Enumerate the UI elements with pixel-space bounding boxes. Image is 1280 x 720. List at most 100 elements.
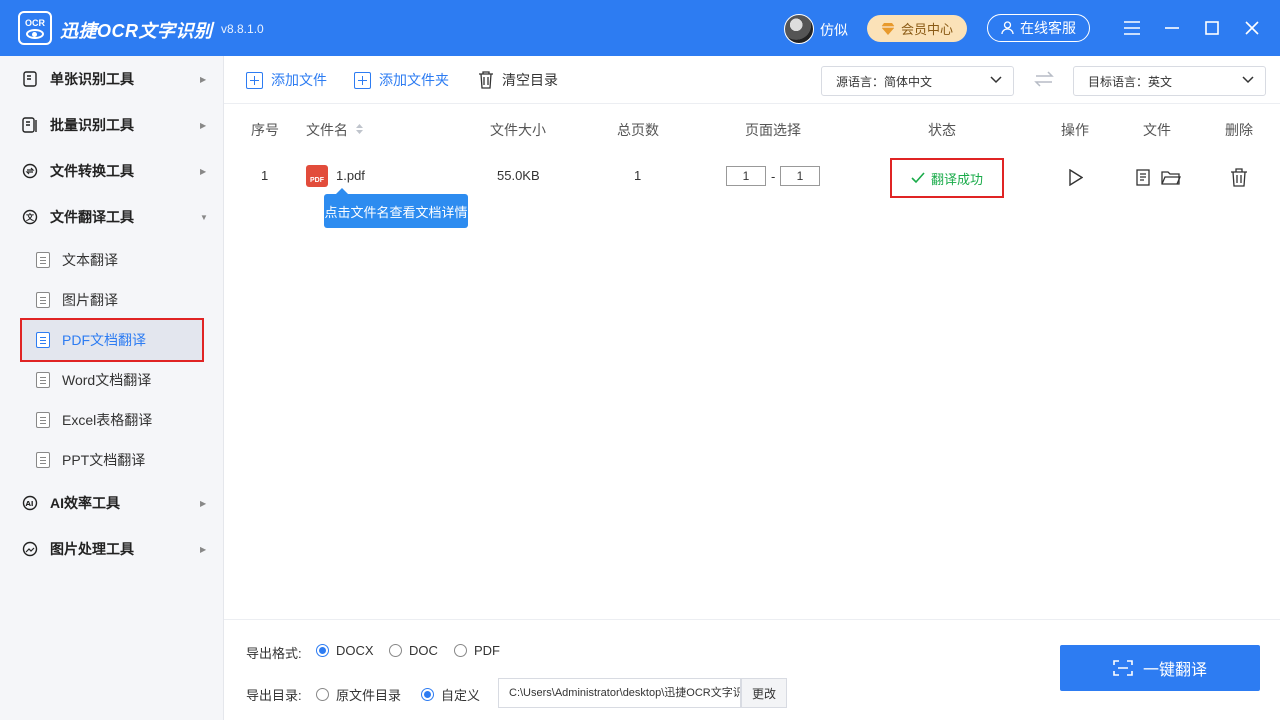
svg-text:文: 文 (26, 212, 35, 222)
row-filename[interactable]: 1.pdf (336, 168, 365, 183)
page-to-input[interactable]: 1 (780, 166, 820, 186)
chevron-down-icon (990, 76, 1002, 84)
one-click-translate-button[interactable]: 一键翻译 (1060, 645, 1260, 691)
pdf-file-icon: PDF (306, 165, 328, 187)
sidebar-item-label: Excel表格翻译 (62, 412, 153, 428)
chevron-right-icon: ▶ (200, 166, 207, 176)
sort-icon[interactable] (355, 123, 364, 135)
online-service-button[interactable]: 在线客服 (987, 14, 1090, 42)
sidebar-item-word-translate[interactable]: Word文档翻译 (22, 360, 202, 400)
col-pages: 总页数 (617, 122, 659, 138)
scan-icon (1113, 660, 1133, 676)
page-from-input[interactable]: 1 (726, 166, 766, 186)
table-header: 序号 文件名 文件大小 总页数 页面选择 状态 操作 文件 删除 (224, 104, 1280, 152)
avatar[interactable] (784, 14, 814, 44)
open-document-icon[interactable] (1136, 169, 1150, 186)
chevron-right-icon: ▶ (200, 498, 207, 508)
sidebar: 单张识别工具 ▶ 批量识别工具 ▶ 文件转换工具 ▶ 文 文件翻译工具 ▼ 文本… (0, 56, 224, 720)
col-delete: 删除 (1225, 122, 1253, 138)
target-language-value: 目标语言：英文 (1088, 74, 1173, 89)
one-click-translate-label: 一键翻译 (1142, 662, 1207, 679)
export-format-label: 导出格式: (246, 646, 302, 661)
row-pages: 1 (634, 168, 642, 183)
chevron-right-icon: ▶ (200, 74, 207, 84)
convert-icon (22, 163, 38, 179)
sidebar-cat-label: AI效率工具 (50, 495, 120, 511)
text-file-icon (36, 252, 50, 268)
add-folder-label: 添加文件夹 (379, 72, 449, 88)
delete-icon[interactable] (1230, 168, 1248, 187)
document-icon (22, 71, 38, 87)
sidebar-item-excel-translate[interactable]: Excel表格翻译 (22, 400, 202, 440)
vip-center-label: 会员中心 (900, 22, 953, 37)
app-logo-icon: OCR (18, 11, 52, 45)
col-filename[interactable]: 文件名 (306, 120, 348, 140)
excel-file-icon (36, 412, 50, 428)
maximize-icon[interactable] (1200, 16, 1224, 40)
toolbar: 添加文件 添加文件夹 清空目录 源语言：简体中文 目标语言：英文 (224, 56, 1280, 104)
online-service-label: 在线客服 (1020, 20, 1076, 36)
chevron-down-icon: ▼ (200, 212, 208, 222)
chevron-right-icon: ▶ (200, 120, 207, 130)
close-icon[interactable] (1240, 16, 1264, 40)
sidebar-item-text-translate[interactable]: 文本翻译 (22, 240, 202, 280)
footer: 导出格式: DOCX DOC PDF 导出目录: 原文件目录 自定义 C:\Us… (224, 619, 1280, 720)
col-size: 文件大小 (490, 122, 546, 138)
batch-document-icon (22, 117, 38, 133)
chevron-right-icon: ▶ (200, 544, 207, 554)
sidebar-item-pdf-translate[interactable]: PDF文档翻译 (20, 318, 204, 362)
col-file: 文件 (1143, 122, 1171, 138)
vip-center-button[interactable]: 会员中心 (867, 15, 967, 42)
sidebar-item-label: Word文档翻译 (62, 372, 152, 388)
minimize-icon[interactable] (1160, 16, 1184, 40)
clear-list-button[interactable]: 清空目录 (478, 70, 558, 90)
sidebar-item-label: PDF文档翻译 (62, 332, 146, 348)
source-language-select[interactable]: 源语言：简体中文 (821, 66, 1014, 96)
sidebar-item-image-translate[interactable]: 图片翻译 (22, 280, 202, 320)
export-path-field[interactable]: C:\Users\Administrator\desktop\迅捷OCR文字识别 (498, 678, 741, 708)
app-name: 迅捷OCR文字识别 (60, 21, 213, 41)
change-path-button[interactable]: 更改 (741, 678, 787, 708)
add-file-button[interactable]: 添加文件 (246, 70, 327, 90)
sidebar-item-ppt-translate[interactable]: PPT文档翻译 (22, 440, 202, 480)
sidebar-cat-batch-ocr[interactable]: 批量识别工具 ▶ (0, 102, 223, 148)
sidebar-cat-label: 文件转换工具 (50, 163, 134, 179)
target-language-select[interactable]: 目标语言：英文 (1073, 66, 1266, 96)
filename-tooltip: 点击文件名查看文档详情 (324, 188, 468, 228)
sidebar-item-label: PPT文档翻译 (62, 452, 146, 468)
image-tool-icon (22, 541, 38, 557)
col-action: 操作 (1061, 122, 1089, 138)
swap-language-icon[interactable] (1034, 71, 1054, 92)
add-folder-button[interactable]: 添加文件夹 (354, 70, 449, 90)
export-dir-label: 导出目录: (246, 688, 302, 703)
logo-text: OCR (25, 17, 45, 28)
ppt-file-icon (36, 452, 50, 468)
image-file-icon (36, 292, 50, 308)
menu-icon[interactable] (1120, 16, 1144, 40)
sidebar-cat-label: 图片处理工具 (50, 541, 134, 557)
sidebar-item-label: 图片翻译 (62, 292, 118, 308)
dir-original-radio[interactable]: 原文件目录 (316, 685, 401, 704)
sidebar-cat-image-tools[interactable]: 图片处理工具 ▶ (0, 526, 223, 572)
sidebar-cat-file-translate[interactable]: 文 文件翻译工具 ▼ (0, 194, 223, 240)
username[interactable]: 仿似 (820, 20, 848, 40)
sidebar-cat-file-convert[interactable]: 文件转换工具 ▶ (0, 148, 223, 194)
translate-icon: 文 (22, 209, 38, 225)
pdf-file-icon (36, 332, 50, 348)
page-range-separator: - (771, 169, 776, 184)
format-docx-radio[interactable]: DOCX (316, 643, 374, 658)
sidebar-cat-label: 文件翻译工具 (50, 209, 134, 225)
ai-icon: AI (22, 495, 38, 511)
format-pdf-radio[interactable]: PDF (454, 643, 500, 658)
dir-custom-radio[interactable]: 自定义 (421, 685, 480, 704)
sidebar-cat-label: 批量识别工具 (50, 117, 134, 133)
col-index: 序号 (251, 122, 279, 138)
sidebar-cat-single-ocr[interactable]: 单张识别工具 ▶ (0, 56, 223, 102)
sidebar-cat-ai-tools[interactable]: AI AI效率工具 ▶ (0, 480, 223, 526)
play-icon[interactable] (1069, 169, 1083, 186)
open-folder-icon[interactable] (1161, 170, 1181, 186)
app-version: v8.8.1.0 (221, 22, 264, 36)
trash-icon (479, 71, 493, 89)
clear-list-label: 清空目录 (502, 72, 558, 88)
format-doc-radio[interactable]: DOC (389, 643, 438, 658)
